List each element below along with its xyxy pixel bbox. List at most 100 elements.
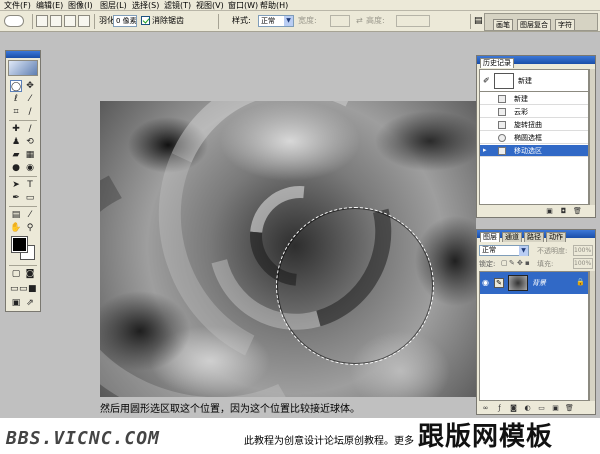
new-group-icon[interactable]: ▭ bbox=[537, 404, 546, 413]
link-icon[interactable]: ∞ bbox=[481, 404, 490, 413]
layer-mask-icon[interactable]: ◙ bbox=[509, 404, 518, 413]
filter-icon bbox=[498, 108, 506, 116]
lock-transparency-icon[interactable]: ▢ bbox=[501, 259, 508, 267]
brush-icon[interactable]: ✎ bbox=[494, 278, 504, 288]
history-brush-icon[interactable]: ⟲ bbox=[24, 136, 36, 148]
layer-row-background[interactable]: ◉ ✎ 背景 🔒 bbox=[480, 272, 588, 294]
clone-stamp-icon[interactable]: ♟ bbox=[10, 136, 22, 148]
menu-filter[interactable]: 滤镜(T) bbox=[164, 0, 191, 11]
path-selection-icon[interactable]: ➤ bbox=[10, 179, 22, 191]
palette-icon[interactable]: ▤ bbox=[474, 16, 483, 26]
foreground-color-swatch[interactable] bbox=[11, 236, 28, 253]
menu-layer[interactable]: 图层(L) bbox=[100, 0, 127, 11]
fill-input[interactable]: 100% bbox=[573, 258, 593, 269]
blur-icon[interactable]: ● bbox=[10, 162, 22, 174]
separator bbox=[9, 120, 37, 121]
trash-icon[interactable]: 🗑 bbox=[565, 404, 574, 413]
imageready-icon[interactable]: ⇗ bbox=[24, 297, 36, 309]
notes-icon[interactable]: ▤ bbox=[10, 209, 22, 221]
height-input[interactable] bbox=[396, 15, 430, 27]
eye-icon[interactable]: ◉ bbox=[482, 278, 492, 288]
trash-icon[interactable]: 🗑 bbox=[573, 207, 582, 216]
menu-image[interactable]: 图像(I) bbox=[68, 0, 93, 11]
move-icon[interactable]: ✥ bbox=[24, 80, 36, 92]
gradient-icon[interactable]: ▦ bbox=[24, 149, 36, 161]
subtract-selection-icon[interactable] bbox=[64, 15, 76, 27]
history-scrollbar[interactable] bbox=[589, 69, 595, 205]
menu-file[interactable]: 文件(F) bbox=[4, 0, 31, 11]
menu-view[interactable]: 视图(V) bbox=[196, 0, 224, 11]
ellipse-marquee-preset-icon[interactable] bbox=[4, 15, 24, 27]
pen-icon[interactable]: ✒ bbox=[10, 192, 22, 204]
adjustment-layer-icon[interactable]: ◐ bbox=[523, 404, 532, 413]
tutorial-caption: 然后用圆形选区取这个位置，因为这个位置比较接近球体。 bbox=[100, 404, 360, 415]
shape-icon[interactable]: ▭ bbox=[24, 192, 36, 204]
tab-channels[interactable]: 通道 bbox=[502, 232, 522, 242]
add-to-selection-icon[interactable] bbox=[50, 15, 62, 27]
screen-mode-standard-icon[interactable]: ▭ bbox=[10, 283, 19, 295]
style-label: 样式: bbox=[232, 16, 251, 25]
panel-well: 画笔 图层复合 字符 bbox=[484, 13, 598, 31]
new-document-from-state-icon[interactable]: ▣ bbox=[545, 207, 554, 216]
hand-icon[interactable]: ✋ bbox=[10, 222, 22, 234]
menu-select[interactable]: 选择(S) bbox=[132, 0, 159, 11]
ellipse-marquee-icon[interactable]: ◯ bbox=[10, 80, 22, 92]
history-item-selected[interactable]: ▸ 移动选区 bbox=[480, 145, 588, 157]
photoshop-logo-icon[interactable] bbox=[8, 60, 38, 76]
tab-brushes[interactable]: 画笔 bbox=[493, 19, 513, 30]
style-select[interactable]: 正常 ▼ bbox=[258, 15, 294, 27]
tab-history[interactable]: 历史记录 bbox=[480, 58, 514, 68]
lock-image-icon[interactable]: ✎ bbox=[509, 259, 515, 267]
history-state-marker-icon: ▸ bbox=[483, 146, 487, 154]
menu-help[interactable]: 帮助(H) bbox=[260, 0, 288, 11]
new-layer-icon[interactable]: ▣ bbox=[551, 404, 560, 413]
camera-snapshot-icon[interactable]: ◘ bbox=[559, 207, 568, 216]
lasso-icon[interactable]: ℓ bbox=[10, 93, 22, 105]
feather-input[interactable]: 0 像素 bbox=[113, 15, 137, 27]
screen-mode-full-icon[interactable]: ■ bbox=[28, 283, 37, 295]
layer-style-icon[interactable]: ƒ bbox=[495, 404, 504, 413]
opacity-input[interactable]: 100% bbox=[573, 245, 593, 256]
history-item[interactable]: 椭圆选框 bbox=[480, 132, 588, 144]
tab-character[interactable]: 字符 bbox=[555, 19, 575, 30]
width-input[interactable] bbox=[330, 15, 350, 27]
tab-paths[interactable]: 路径 bbox=[524, 232, 544, 242]
brush-icon[interactable]: ∕ bbox=[24, 123, 36, 135]
new-selection-icon[interactable] bbox=[36, 15, 48, 27]
dodge-icon[interactable]: ◉ bbox=[24, 162, 36, 174]
eyedropper-icon[interactable]: ⁄ bbox=[24, 209, 36, 221]
menu-bar: 文件(F) 编辑(E) 图像(I) 图层(L) 选择(S) 滤镜(T) 视图(V… bbox=[0, 0, 600, 11]
magic-wand-icon[interactable]: ⁄ bbox=[24, 93, 36, 105]
snapshot-thumbnail bbox=[494, 73, 514, 89]
tab-layer-comps[interactable]: 图层复合 bbox=[517, 19, 551, 30]
lock-all-icon[interactable]: ▪ bbox=[525, 259, 530, 267]
menu-edit[interactable]: 编辑(E) bbox=[36, 0, 63, 11]
elliptical-selection[interactable] bbox=[276, 207, 434, 365]
menu-window[interactable]: 窗口(W) bbox=[228, 0, 258, 11]
lock-position-icon[interactable]: ✥ bbox=[517, 259, 523, 267]
crop-icon[interactable]: ⌗ bbox=[10, 106, 22, 118]
eraser-icon[interactable]: ▰ bbox=[10, 149, 22, 161]
antialias-checkbox[interactable] bbox=[141, 16, 150, 25]
healing-brush-icon[interactable]: ✚ bbox=[10, 123, 22, 135]
type-icon[interactable]: T bbox=[24, 179, 36, 191]
history-item[interactable]: 旋转扭曲 bbox=[480, 119, 588, 131]
history-snapshot[interactable]: ✐ 新建 bbox=[480, 70, 588, 92]
jump-to-imageready-icon[interactable]: ▣ bbox=[10, 297, 22, 309]
zoom-icon[interactable]: ⚲ bbox=[24, 222, 36, 234]
document-canvas[interactable] bbox=[100, 101, 476, 397]
screen-mode-menu-icon[interactable]: ▭ bbox=[19, 283, 28, 295]
layers-scrollbar[interactable] bbox=[589, 271, 595, 401]
intersect-selection-icon[interactable] bbox=[78, 15, 90, 27]
marquee-icon bbox=[498, 147, 506, 155]
slice-icon[interactable]: ∕ bbox=[24, 106, 36, 118]
blend-mode-select[interactable]: 正常 ▼ bbox=[479, 245, 529, 256]
history-brush-source-icon[interactable]: ✐ bbox=[483, 76, 490, 85]
history-item[interactable]: 新建 bbox=[480, 93, 588, 105]
history-item[interactable]: 云彩 bbox=[480, 106, 588, 118]
tab-actions[interactable]: 动作 bbox=[546, 232, 566, 242]
toolbox-titlebar[interactable] bbox=[6, 51, 40, 58]
quick-mask-icon[interactable]: ◙ bbox=[24, 268, 36, 280]
tab-layers[interactable]: 图层 bbox=[480, 232, 500, 242]
standard-mode-icon[interactable]: ▢ bbox=[10, 268, 22, 280]
